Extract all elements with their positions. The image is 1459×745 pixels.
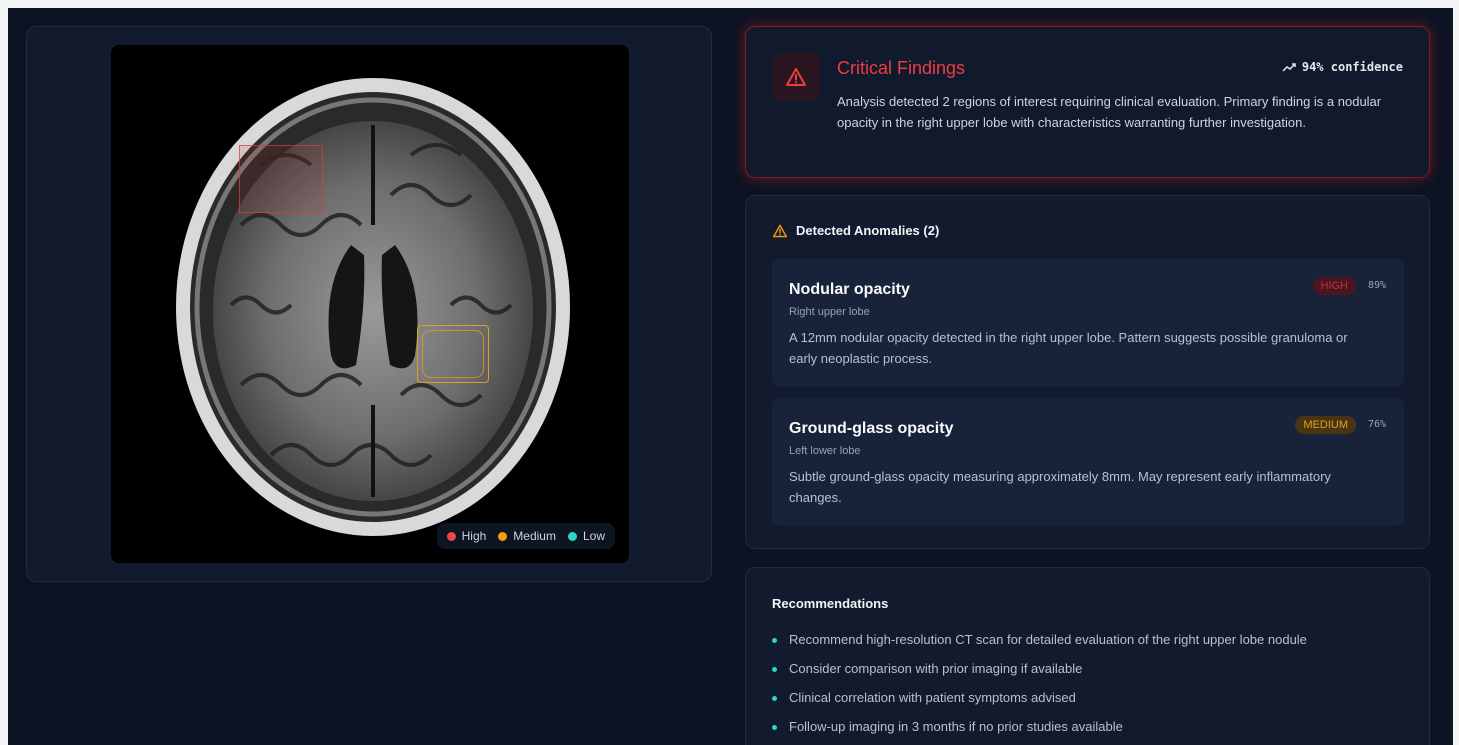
anomaly-confidence: 89% [1367,280,1386,291]
legend-label: High [461,529,487,543]
recommendation-text: Follow-up imaging in 3 months if no prio… [789,719,1123,734]
bullet-icon [772,667,777,672]
confidence-score: 94% confidence [1282,60,1403,74]
detected-anomalies-card: Detected Anomalies (2) Nodular opacity R… [745,195,1430,549]
bullet-icon [772,638,777,643]
trending-up-icon [1282,63,1296,72]
warning-triangle-icon [772,224,787,237]
roi-medium-marker[interactable] [417,325,489,383]
anomalies-heading: Detected Anomalies (2) [772,223,939,238]
recommendation-item: Consider comparison with prior imaging i… [772,661,1307,690]
medium-dot-icon [498,531,508,541]
recommendations-list: Recommend high-resolution CT scan for de… [772,632,1307,745]
severity-badge: HIGH [1312,277,1356,295]
warning-triangle-icon [772,53,820,101]
anomaly-name: Ground-glass opacity [789,420,954,437]
low-dot-icon [567,531,577,541]
legend-item-low: Low [567,529,605,543]
anomaly-location: Right upper lobe [789,306,870,318]
anomaly-item[interactable]: Ground-glass opacity Left lower lobe Sub… [772,398,1404,526]
brain-mri-illustration [176,78,570,536]
anomaly-confidence: 76% [1367,419,1386,430]
legend-item-medium: Medium [498,529,556,543]
bullet-icon [772,696,777,701]
recommendation-text: Clinical correlation with patient sympto… [789,690,1076,705]
anomaly-description: A 12mm nodular opacity detected in the r… [789,330,1348,366]
critical-findings-card: Critical Findings 94% confidence Analysi… [745,26,1430,178]
recommendation-text: Consider comparison with prior imaging i… [789,661,1083,676]
severity-legend: High Medium Low [436,523,615,549]
anomaly-description: Subtle ground-glass opacity measuring ap… [789,469,1331,505]
recommendations-card: Recommendations Recommend high-resolutio… [745,567,1430,745]
anomalies-heading-text: Detected Anomalies (2) [796,223,940,238]
severity-badge: MEDIUM [1295,416,1356,434]
legend-label: Low [582,529,605,543]
app-window: High Medium Low Critical Findings 94% co… [8,8,1453,745]
roi-high-marker[interactable] [239,145,323,213]
recommendation-text: Recommend high-resolution CT scan for de… [789,632,1307,647]
legend-label: Medium [513,529,556,543]
bullet-icon [772,725,777,730]
recommendations-heading: Recommendations [772,596,889,611]
mri-scan-image[interactable]: High Medium Low [111,45,629,563]
recommendation-item: Clinical correlation with patient sympto… [772,690,1307,719]
high-dot-icon [446,531,456,541]
anomaly-name: Nodular opacity [789,281,910,298]
anomaly-location: Left lower lobe [789,445,861,457]
confidence-text: 94% confidence [1301,60,1403,74]
critical-findings-summary: Analysis detected 2 regions of interest … [837,94,1382,130]
scan-viewer-panel: High Medium Low [26,26,712,582]
critical-findings-title: Critical Findings [837,58,966,78]
recommendation-item: Follow-up imaging in 3 months if no prio… [772,719,1307,745]
anomaly-item[interactable]: Nodular opacity Right upper lobe A 12mm … [772,259,1404,387]
legend-item-high: High [446,529,487,543]
recommendation-item: Recommend high-resolution CT scan for de… [772,632,1307,661]
